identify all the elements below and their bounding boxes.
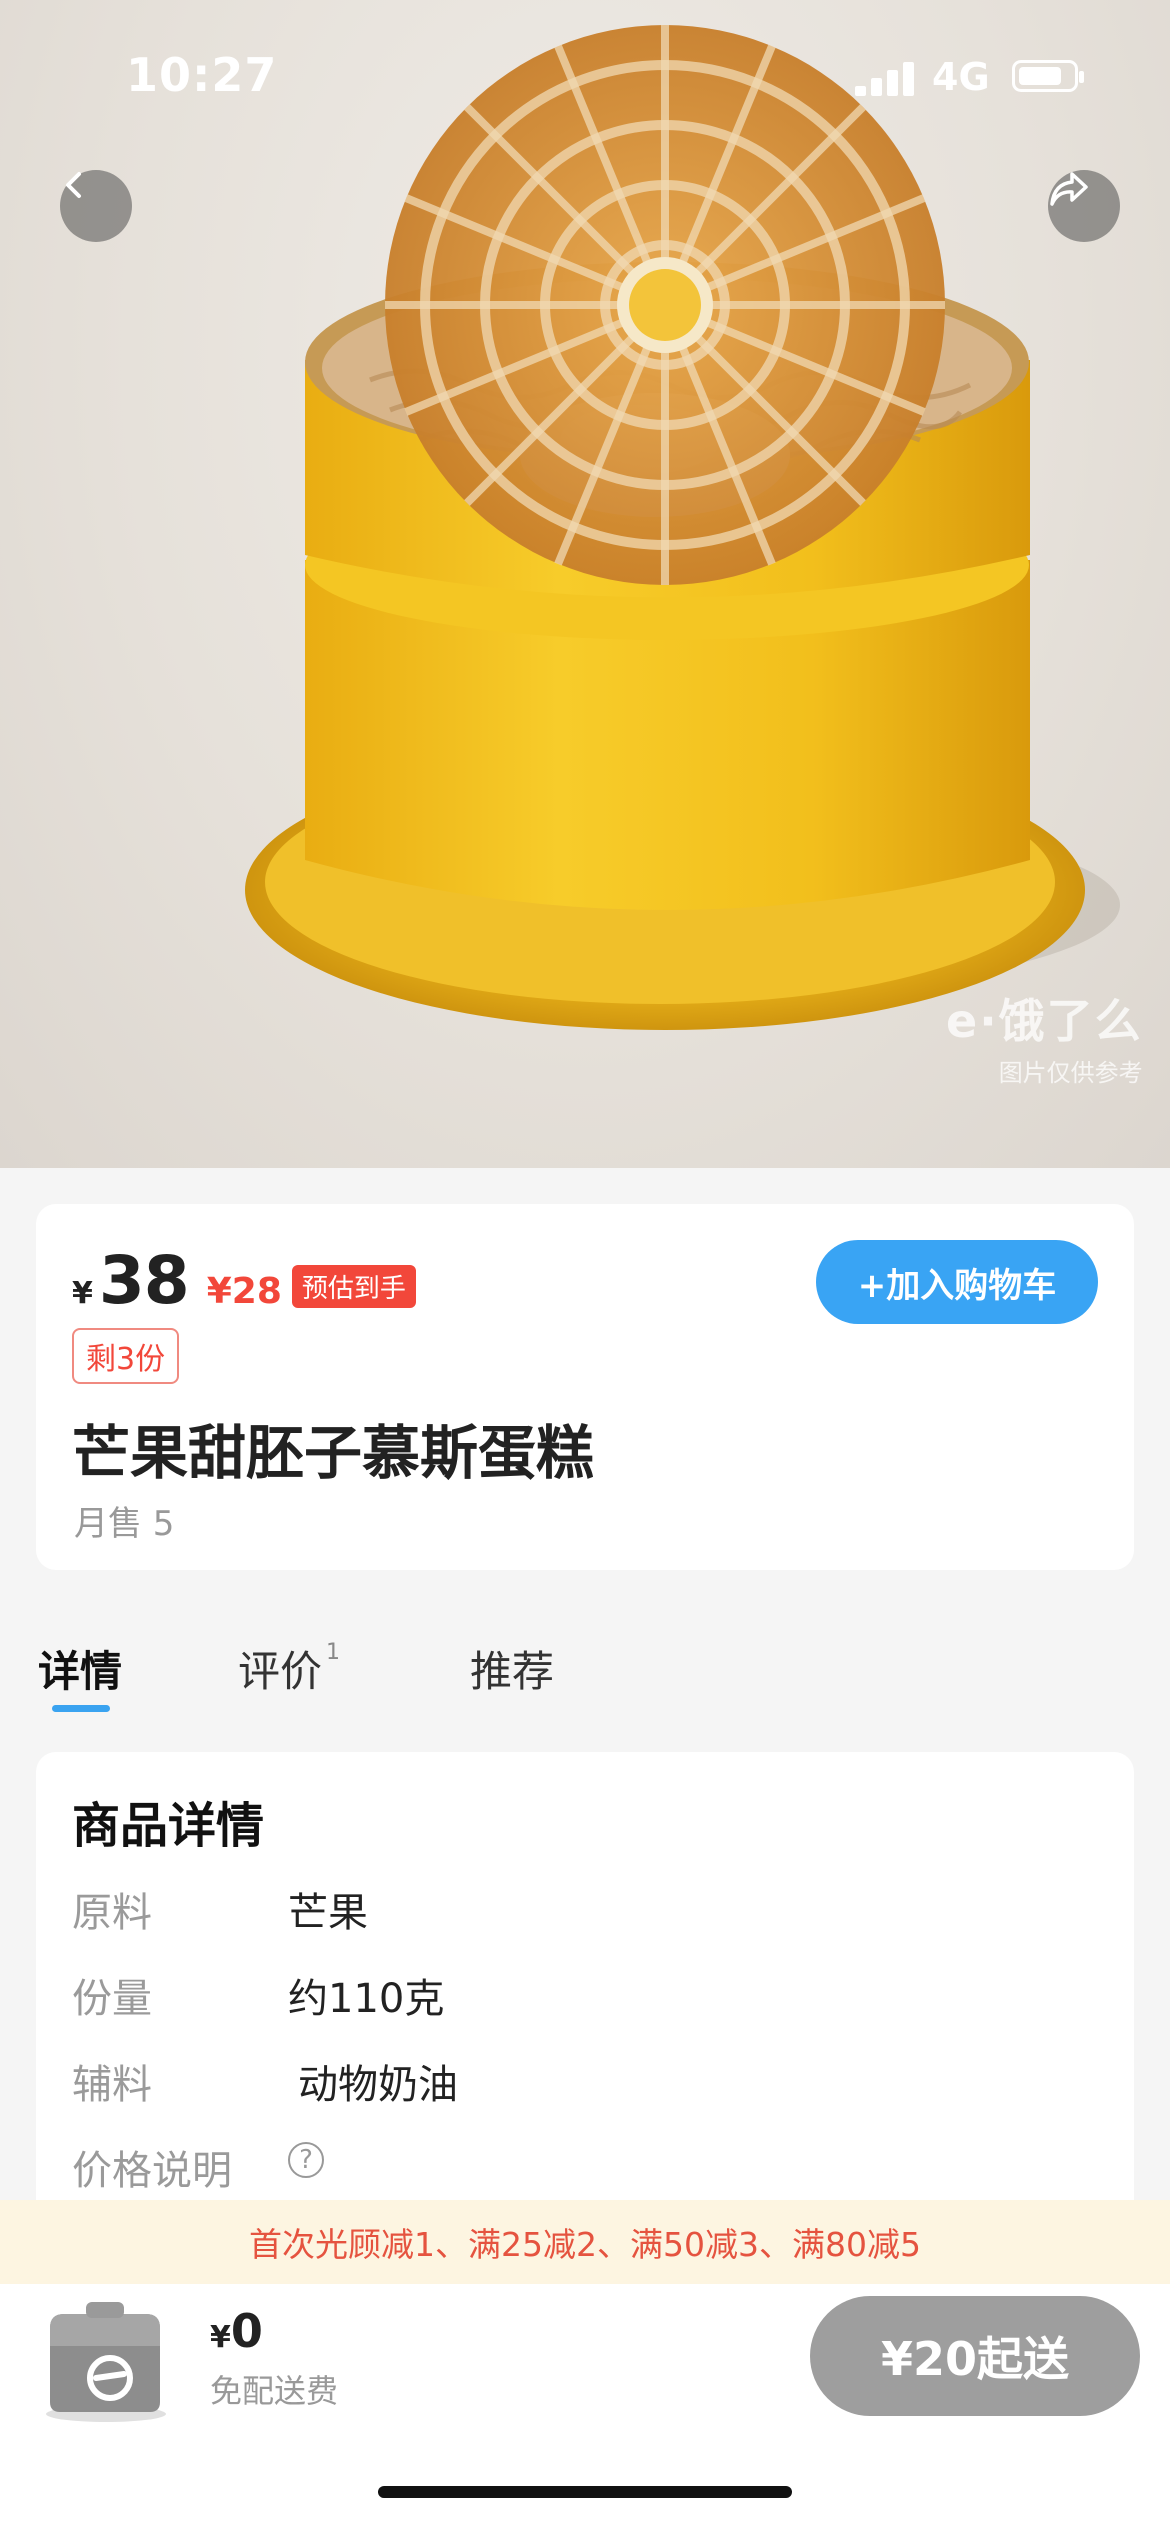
tab-label: 推荐 <box>470 1647 555 1696</box>
detail-key: 份量 <box>72 1976 152 2022</box>
active-tab-indicator <box>52 1705 110 1712</box>
tab-reviews[interactable]: 评价 1 <box>238 1638 340 1699</box>
signal-icon <box>855 60 917 96</box>
watermark-logo: e·饿了么 <box>946 994 1143 1048</box>
tab-details[interactable]: 详情 <box>38 1638 122 1699</box>
stock-tag: 剩3份 <box>72 1328 180 1384</box>
cart-total: ¥ 0 <box>210 2304 263 2358</box>
share-button[interactable] <box>1048 170 1120 242</box>
tab-label: 详情 <box>38 1647 123 1696</box>
promo-banner: 首次光顾减1、满25减2、满50减3、满80减5 <box>0 2200 1170 2284</box>
watermark: e·饿了么 图片仅供参考 <box>946 985 1143 1088</box>
promo-text: 首次光顾减1、满25减2、满50减3、满80减5 <box>249 2225 921 2264</box>
detail-key: 原料 <box>72 1890 152 1936</box>
product-title: 芒果甜胚子慕斯蛋糕 <box>72 1419 595 1487</box>
detail-tabs: 详情 评价 1 推荐 <box>0 1620 1170 1720</box>
detail-value: 动物奶油 <box>298 2062 458 2108</box>
back-button[interactable] <box>60 170 132 242</box>
detail-key: 辅料 <box>72 2062 152 2108</box>
product-info-card: ¥ 38 ¥28 预估到手 剩3份 +加入购物车 芒果甜胚子慕斯蛋糕 月售 5 <box>36 1204 1134 1570</box>
delivery-fee-note: 免配送费 <box>210 2372 339 2410</box>
product-image[interactable]: 10:27 4G e·饿了么 图片仅供参考 <box>0 0 1170 1168</box>
detail-value: 芒果 <box>288 1890 368 1936</box>
watermark-note: 图片仅供参考 <box>998 1059 1143 1087</box>
question-circle-icon[interactable]: ? <box>288 2142 324 2178</box>
currency-symbol: ¥ <box>72 1276 93 1311</box>
battery-icon <box>1012 60 1084 92</box>
status-time: 10:27 <box>126 48 278 102</box>
chevron-left-icon <box>66 172 81 198</box>
home-indicator[interactable] <box>378 2486 792 2498</box>
tab-recommend[interactable]: 推荐 <box>470 1638 554 1699</box>
discount-price: ¥28 <box>206 1271 282 1312</box>
cart-total-value: 0 <box>230 2304 263 2358</box>
estimate-tag: 预估到手 <box>291 1265 416 1308</box>
monthly-sales: 月售 5 <box>74 1504 175 1544</box>
tab-label: 评价 <box>238 1647 323 1696</box>
share-arrow-icon <box>1050 172 1088 206</box>
status-bar: 10:27 4G <box>0 0 1170 150</box>
product-price: 38 <box>98 1242 190 1319</box>
add-to-cart-button[interactable]: +加入购物车 <box>816 1240 1098 1324</box>
minimum-order-button[interactable]: ¥20起送 <box>810 2296 1140 2416</box>
price-row: ¥ 38 ¥28 预估到手 <box>72 1242 416 1319</box>
details-heading: 商品详情 <box>72 1798 265 1854</box>
detail-value: 约110克 <box>288 1976 445 2022</box>
cart-currency: ¥ <box>210 2320 231 2355</box>
network-label: 4G <box>932 55 990 99</box>
detail-key: 价格说明 <box>72 2148 232 2194</box>
review-count-badge: 1 <box>326 1640 341 1665</box>
shopping-box-icon[interactable] <box>36 2294 174 2424</box>
